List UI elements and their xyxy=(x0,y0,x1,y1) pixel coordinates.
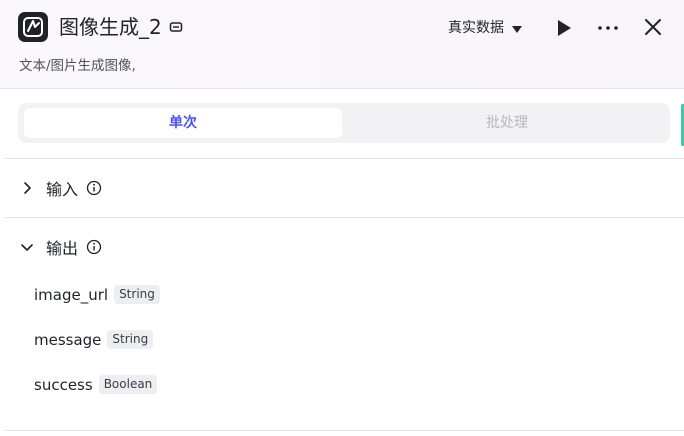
caret-down-icon xyxy=(512,25,522,33)
divider xyxy=(4,217,684,218)
more-icon xyxy=(598,26,618,30)
output-field: success Boolean xyxy=(34,375,158,394)
close-icon xyxy=(645,19,661,35)
close-button[interactable] xyxy=(643,17,663,37)
title-edit-icon[interactable] xyxy=(168,19,184,35)
section-input-header[interactable]: 输入 xyxy=(20,174,102,202)
node-title[interactable]: 图像生成_2 xyxy=(59,12,162,42)
info-icon xyxy=(86,180,102,196)
chevron-down-icon xyxy=(21,244,33,251)
image-generation-node-icon xyxy=(18,12,48,42)
section-input-label: 输入 xyxy=(46,180,79,199)
play-icon xyxy=(558,20,571,36)
tab-single[interactable]: 单次 xyxy=(24,108,342,138)
divider xyxy=(4,158,684,159)
run-mode-tabs: 单次 批处理 xyxy=(18,103,670,143)
output-field-type: String xyxy=(114,285,160,304)
run-button[interactable] xyxy=(555,18,573,38)
output-field: message String xyxy=(34,330,154,349)
output-field-name: message xyxy=(34,330,102,349)
tab-batch[interactable]: 批处理 xyxy=(348,108,666,138)
info-icon xyxy=(86,239,102,255)
data-mode-select[interactable]: 真实数据 xyxy=(448,17,522,39)
more-button[interactable] xyxy=(596,18,620,38)
chevron-right-icon xyxy=(24,182,31,194)
output-field-name: image_url xyxy=(34,285,109,304)
data-mode-label: 真实数据 xyxy=(448,20,504,36)
output-field-type: String xyxy=(107,330,154,349)
node-description: 文本/图片生成图像, xyxy=(19,58,136,74)
node-detail-panel: 图像生成_2 真实数据 文本/图片生成图像, 单次 批处理 输入 输出 imag… xyxy=(0,0,684,436)
panel-header: 图像生成_2 真实数据 文本/图片生成图像, xyxy=(0,0,684,89)
divider xyxy=(4,430,684,431)
section-output-label: 输出 xyxy=(46,239,79,258)
output-field-type: Boolean xyxy=(98,375,158,394)
output-field-name: success xyxy=(34,375,93,394)
output-field: image_url String xyxy=(34,285,160,304)
section-output-header[interactable]: 输出 xyxy=(20,233,102,261)
